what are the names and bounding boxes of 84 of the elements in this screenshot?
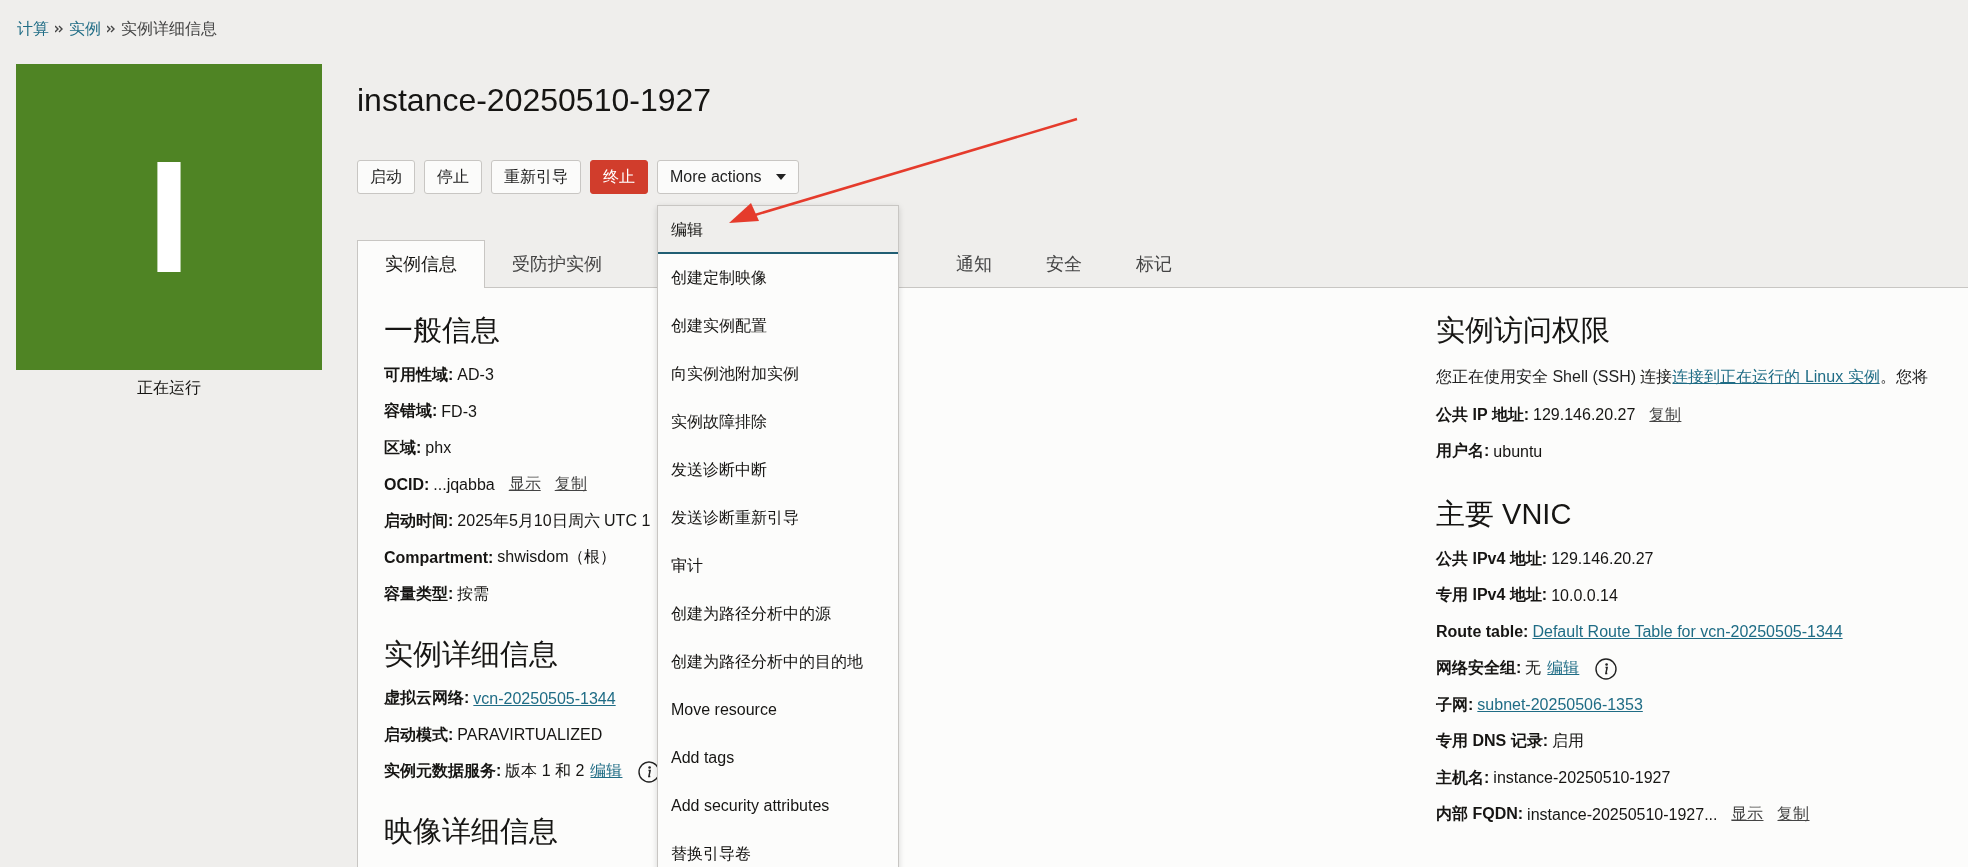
field-link[interactable]: vcn-20250505-1344	[473, 689, 616, 708]
field-value: 按需	[457, 583, 490, 604]
field-link[interactable]: 显示	[508, 474, 541, 496]
menu-item[interactable]: 创建为路径分析中的源	[658, 590, 898, 638]
field-link[interactable]: 编辑	[1547, 658, 1580, 680]
field-value: instance-20250510-1927...	[1527, 805, 1718, 824]
field-label: 用户名:	[1436, 441, 1490, 462]
field-value: phx	[425, 439, 452, 458]
field-value: ...jqabba	[433, 475, 495, 494]
field-link[interactable]: 复制	[1649, 404, 1682, 426]
menu-item[interactable]: 替换引导卷	[658, 830, 898, 867]
field-value: 版本 1 和 2	[505, 761, 585, 782]
field-label: 启动时间:	[384, 510, 454, 531]
menu-item[interactable]: 实例故障排除	[658, 398, 898, 446]
section-heading: 实例详细信息	[384, 636, 558, 672]
field-label: Route table:	[1436, 623, 1529, 642]
instance-status: 正在运行	[137, 378, 201, 398]
section-heading: 实例访问权限	[1436, 313, 1610, 348]
field-label: Compartment:	[384, 548, 494, 567]
tab[interactable]: 实例信息	[357, 240, 485, 288]
menu-item[interactable]: 审计	[658, 542, 898, 590]
field-value: 2025年5月10日周六 UTC 1	[457, 510, 651, 531]
field-value: 129.146.20.27	[1533, 406, 1636, 425]
field-value: PARAVIRTUALIZED	[457, 726, 603, 745]
field-label: 区域:	[384, 437, 422, 458]
menu-item[interactable]: Add security attributes	[658, 782, 898, 830]
field-label: 网络安全组:	[1436, 658, 1522, 679]
field-value: FD-3	[441, 402, 477, 421]
breadcrumb-link[interactable]: 实例	[69, 18, 101, 40]
field-link[interactable]: Default Route Table for vcn-20250505-1344	[1532, 623, 1843, 642]
terminate-button[interactable]: 终止	[590, 160, 648, 194]
field-label: 虚拟云网络:	[384, 688, 470, 709]
field-label: 公共 IPv4 地址:	[1436, 548, 1548, 569]
field-link[interactable]: 复制	[1777, 804, 1810, 826]
ssh-intro-text: 您正在使用安全 Shell (SSH) 连接连接到正在运行的 Linux 实例。您将	[1436, 367, 1929, 387]
field-label: 公共 IP 地址:	[1436, 404, 1530, 425]
tab[interactable]: 通知	[929, 241, 1019, 287]
field-value: AD-3	[457, 366, 494, 385]
menu-item[interactable]: 向实例池附加实例	[658, 350, 898, 398]
menu-item[interactable]: 创建为路径分析中的目的地	[658, 638, 898, 686]
field-label: 容量类型:	[384, 583, 454, 604]
field-value: 10.0.0.14	[1551, 586, 1618, 605]
breadcrumb-current: 实例详细信息	[121, 18, 217, 39]
field-label: OCID:	[384, 475, 430, 494]
menu-item[interactable]: 创建定制映像	[658, 254, 898, 302]
menu-item[interactable]: 创建实例配置	[658, 302, 898, 350]
menu-item[interactable]: 编辑	[658, 206, 898, 254]
menu-item[interactable]: Move resource	[658, 686, 898, 734]
breadcrumb-link[interactable]: 计算	[17, 18, 49, 40]
instance-avatar: I	[16, 64, 322, 370]
instance-title: instance-20250510-1927	[357, 81, 713, 120]
action-button[interactable]: 停止	[424, 160, 482, 194]
field-label: 可用性域:	[384, 364, 454, 385]
field-label: 实例元数据服务:	[384, 761, 502, 782]
connect-link[interactable]: 连接到正在运行的 Linux 实例	[1672, 368, 1880, 385]
section-heading: 一般信息	[384, 313, 500, 348]
field-value: shwisdom（根）	[497, 547, 617, 568]
field-label: 主机名:	[1436, 767, 1490, 788]
section-heading: 主要 VNIC	[1436, 497, 1572, 532]
field-label: 内部 FQDN:	[1436, 804, 1524, 825]
field-label: 专用 DNS 记录:	[1436, 731, 1548, 752]
menu-item[interactable]: 发送诊断中断	[658, 446, 898, 494]
field-value: 无	[1525, 658, 1542, 679]
field-value: instance-20250510-1927	[1493, 769, 1671, 788]
more-actions-button[interactable]: More actions	[657, 160, 799, 194]
field-value: ubuntu	[1493, 442, 1543, 461]
field-value: 启用	[1552, 731, 1584, 752]
menu-item[interactable]: Add tags	[658, 734, 898, 782]
field-value: 129.146.20.27	[1551, 550, 1654, 569]
field-label: 子网:	[1436, 694, 1474, 715]
field-label: 启动模式:	[384, 724, 454, 745]
menu-item[interactable]: 发送诊断重新引导	[658, 494, 898, 542]
field-label: 专用 IPv4 地址:	[1436, 585, 1548, 606]
tab[interactable]: 标记	[1109, 241, 1199, 287]
field-link[interactable]: 显示	[1731, 804, 1764, 826]
tab[interactable]: 受防护实例	[485, 241, 629, 287]
field-link[interactable]: 复制	[554, 474, 587, 496]
action-button[interactable]: 重新引导	[491, 160, 581, 194]
field-link[interactable]: subnet-20250506-1353	[1477, 696, 1643, 715]
action-button[interactable]: 启动	[357, 160, 415, 194]
section-heading: 映像详细信息	[384, 814, 558, 849]
field-label: 容错域:	[384, 401, 438, 422]
tab[interactable]: 安全	[1019, 241, 1109, 287]
field-link[interactable]: 编辑	[590, 761, 623, 783]
